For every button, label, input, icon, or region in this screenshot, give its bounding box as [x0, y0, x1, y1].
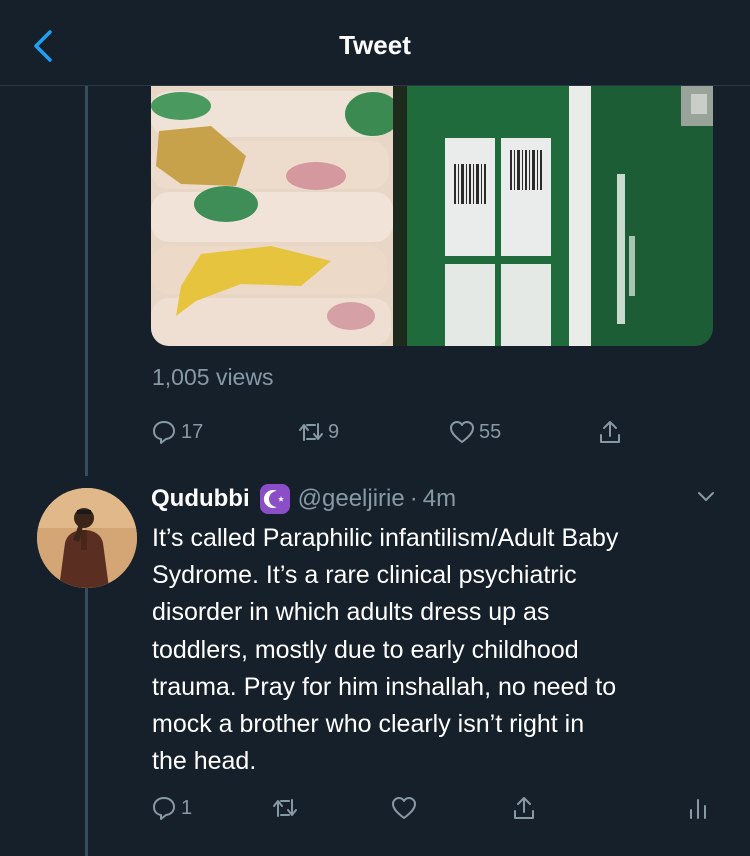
tweet-action-bar: 17 9 55	[150, 414, 670, 450]
retweet-icon	[273, 799, 297, 817]
display-name[interactable]: Qudubbi	[151, 485, 250, 513]
tweet-video[interactable]	[151, 86, 713, 346]
reply-retweet-button[interactable]	[271, 790, 299, 826]
retweet-button[interactable]: 9	[297, 414, 339, 450]
share-icon	[514, 797, 534, 819]
user-handle[interactable]: @geeljirie	[298, 485, 405, 513]
view-count: 1,005 views	[152, 364, 274, 390]
heart-icon	[392, 797, 416, 819]
reply-button[interactable]: 17	[150, 414, 203, 450]
like-button[interactable]: 55	[448, 414, 501, 450]
top-bar: Tweet	[0, 0, 750, 86]
reply-count: 17	[181, 420, 204, 443]
more-options-button[interactable]	[694, 484, 718, 508]
reply-icon	[153, 797, 175, 820]
retweet-count: 9	[328, 420, 340, 443]
thread-connector-line-lower	[85, 588, 88, 856]
star-and-crescent-icon	[259, 484, 290, 514]
timestamp[interactable]: 4m	[423, 485, 456, 513]
heart-icon	[450, 421, 474, 443]
chevron-down-icon	[698, 492, 714, 501]
analytics-icon	[690, 799, 706, 819]
reply-reply-button[interactable]: 1	[150, 790, 192, 826]
reply-like-button[interactable]	[390, 790, 418, 826]
reply-action-bar: 1	[150, 790, 706, 826]
like-count: 55	[479, 420, 502, 443]
reply-reply-count: 1	[181, 796, 193, 819]
reply-header: Qudubbi @geeljirie · 4m	[151, 482, 456, 516]
retweet-icon	[299, 423, 323, 441]
reply-icon	[153, 421, 175, 444]
reply-text: It’s called Paraphilic infantilism/Adult…	[152, 524, 619, 776]
avatar[interactable]	[37, 488, 137, 588]
separator-dot: ·	[409, 485, 418, 512]
thread-connector-line	[85, 86, 88, 476]
reply-share-button[interactable]	[510, 790, 538, 826]
analytics-button[interactable]	[684, 790, 712, 826]
page-title: Tweet	[339, 30, 411, 60]
profile-photo-image	[37, 488, 137, 588]
share-button[interactable]	[596, 414, 624, 450]
video-frame-image	[151, 86, 713, 346]
share-icon	[600, 421, 620, 443]
